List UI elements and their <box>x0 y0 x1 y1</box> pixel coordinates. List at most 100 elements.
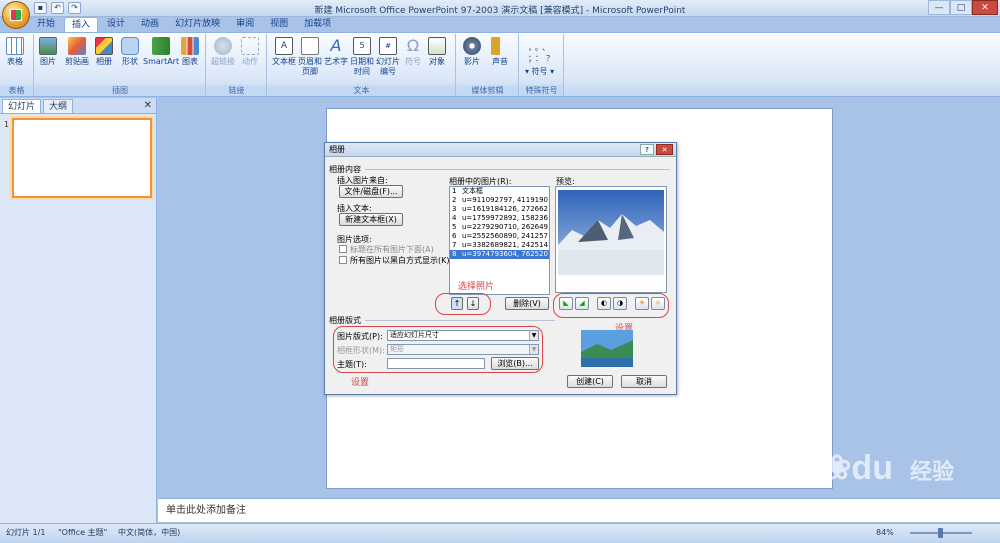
picture-icon <box>39 37 57 55</box>
symbol-grid[interactable]: ，。、 <box>528 42 553 53</box>
clipart-button[interactable]: 剪贴画 <box>65 37 89 67</box>
brightness-down-icon[interactable]: ☼ <box>651 297 665 310</box>
window-title: 新建 Microsoft Office PowerPoint 97-2003 演… <box>314 6 686 16</box>
frame-select[interactable]: 矩形 ▼ <box>387 344 539 355</box>
list-item[interactable]: 2 u=911092797, 4119190 <box>450 196 549 205</box>
maximize-button[interactable]: □ <box>950 0 972 15</box>
wordart-icon: A <box>330 36 342 55</box>
list-item[interactable]: 3 u=1619184126, 272662 <box>450 205 549 214</box>
group-label: 链接 <box>207 85 266 96</box>
datetime-button[interactable]: 5 日期和 时间 <box>350 37 374 77</box>
tab-view[interactable]: 视图 <box>263 17 295 32</box>
frame-label: 相框形状(M): <box>337 346 385 355</box>
symbol-grid-2[interactable]: ；：？ <box>528 53 557 64</box>
list-item[interactable]: 5 u=2279290710, 262649 <box>450 223 549 232</box>
zoom-knob[interactable] <box>938 528 943 538</box>
group-special-symbols: ，。、 ；：？ ▾ 符号 ▾ 特殊符号 <box>520 34 564 96</box>
hyperlink-button[interactable]: 超链接 <box>211 37 235 67</box>
slide-number: 1 <box>4 120 10 129</box>
tab-design[interactable]: 设计 <box>100 17 132 32</box>
layout-select[interactable]: 适应幻灯片尺寸 ▼ <box>387 330 539 341</box>
chart-button[interactable]: 图表 <box>181 37 199 67</box>
smartart-button[interactable]: SmartArt <box>143 37 179 67</box>
list-item[interactable]: 1 文本框 <box>450 187 549 196</box>
move-down-button[interactable]: ↓ <box>467 297 479 310</box>
divider <box>365 169 670 170</box>
tab-insert[interactable]: 插入 <box>64 17 99 32</box>
language-indicator: 中文(简体，中国) <box>118 528 181 537</box>
rotate-left-icon[interactable]: ◣ <box>559 297 573 310</box>
wordart-button[interactable]: A 艺术字 <box>324 37 348 67</box>
cancel-button[interactable]: 取消 <box>621 375 667 388</box>
close-button[interactable]: ✕ <box>972 0 998 15</box>
caption-checkbox[interactable] <box>339 245 347 253</box>
special-symbol-button[interactable]: ▾ 符号 ▾ <box>525 66 554 77</box>
tab-home[interactable]: 开始 <box>30 17 62 32</box>
slides-pane: 幻灯片 大纲 ✕ 1 <box>0 98 157 523</box>
object-button[interactable]: 对象 <box>428 37 446 67</box>
dialog-close-button[interactable]: ✕ <box>656 144 673 155</box>
list-item[interactable]: 7 u=3382689821, 242514 <box>450 241 549 250</box>
layout-preview-image <box>581 330 633 367</box>
annotation-settings-left: 设置 <box>351 378 370 388</box>
move-up-button[interactable]: ↑ <box>451 297 463 310</box>
list-item[interactable]: 6 u=2552560890, 241257 <box>450 232 549 241</box>
remove-button[interactable]: 删除(V) <box>505 297 549 310</box>
contrast-down-icon[interactable]: ◑ <box>613 297 627 310</box>
sound-button[interactable]: 声音 <box>491 37 509 67</box>
symbol-button[interactable]: Ω 符号 <box>404 37 422 67</box>
office-button[interactable] <box>2 1 30 29</box>
help-button[interactable]: ? <box>640 144 654 155</box>
tab-addins[interactable]: 加载项 <box>297 17 338 32</box>
textbox-button[interactable]: A 文本框 <box>272 37 296 67</box>
textbox-icon: A <box>275 37 293 55</box>
bw-checkbox[interactable] <box>339 256 347 264</box>
header-footer-button[interactable]: 页眉和 页脚 <box>298 37 322 77</box>
office-logo-icon <box>10 9 22 21</box>
new-textbox-button[interactable]: 新建文本框(X) <box>339 213 403 226</box>
tab-animation[interactable]: 动画 <box>134 17 166 32</box>
slide-number-button[interactable]: # 幻灯片 编号 <box>376 37 400 77</box>
tab-slides[interactable]: 幻灯片 <box>2 99 42 113</box>
status-bar: 幻灯片 1/1 "Office 主题" 中文(简体，中国) 84% <box>0 523 1000 543</box>
preview-box <box>555 186 667 293</box>
file-disk-button[interactable]: 文件/磁盘(F)... <box>339 185 403 198</box>
theme-label: 主题(T): <box>337 360 367 369</box>
tab-slideshow[interactable]: 幻灯片放映 <box>168 17 227 32</box>
tab-outline[interactable]: 大纲 <box>43 99 74 113</box>
theme-input[interactable] <box>387 358 485 369</box>
slide-number-icon: # <box>379 37 397 55</box>
object-icon <box>428 37 446 55</box>
minimize-button[interactable]: — <box>928 0 950 15</box>
table-icon <box>6 37 24 55</box>
pane-close-icon[interactable]: ✕ <box>144 100 152 111</box>
list-item[interactable]: 4 u=1759972892, 158236 <box>450 214 549 223</box>
shapes-button[interactable]: 形状 <box>121 37 139 67</box>
slide-counter: 幻灯片 1/1 <box>6 528 46 537</box>
annotation-circle <box>435 293 491 315</box>
tab-review[interactable]: 审阅 <box>229 17 261 32</box>
chevron-down-icon: ▼ <box>529 345 538 354</box>
watermark-brand: Bai❀du <box>770 449 893 487</box>
zoom-level[interactable]: 84% <box>876 524 894 542</box>
list-item-selected[interactable]: 8 u=3974793604, 762520 <box>450 250 549 259</box>
action-button[interactable]: 动作 <box>241 37 259 67</box>
group-illustrations: 图片 剪贴画 相册 形状 SmartArt 图表 插图 <box>35 34 206 96</box>
contrast-up-icon[interactable]: ◐ <box>597 297 611 310</box>
album-button[interactable]: 相册 <box>95 37 113 67</box>
clipart-icon <box>68 37 86 55</box>
slide-thumbnail[interactable] <box>12 118 152 198</box>
theme-name: "Office 主题" <box>58 528 108 537</box>
movie-button[interactable]: 影片 <box>463 37 481 67</box>
picture-button[interactable]: 图片 <box>39 37 57 67</box>
header-footer-icon <box>301 37 319 55</box>
browse-button[interactable]: 浏览(B)... <box>491 357 539 370</box>
dialog-title: 相册 <box>329 145 345 154</box>
create-button[interactable]: 创建(C) <box>567 375 613 388</box>
rotate-right-icon[interactable]: ◢ <box>575 297 589 310</box>
album-icon <box>95 37 113 55</box>
brightness-up-icon[interactable]: ☀ <box>635 297 649 310</box>
action-icon <box>241 37 259 55</box>
table-button[interactable]: 表格 <box>6 37 24 67</box>
zoom-slider[interactable] <box>910 528 972 538</box>
